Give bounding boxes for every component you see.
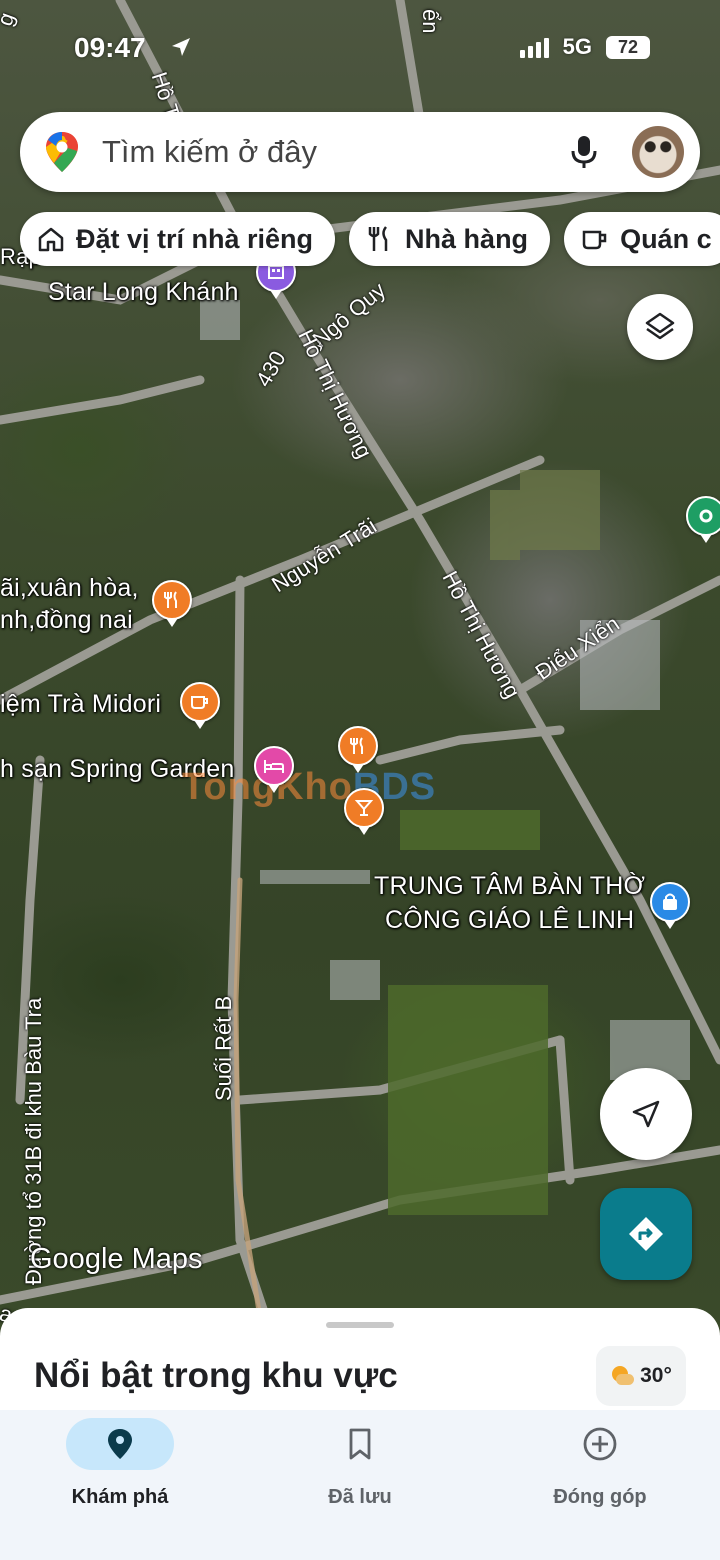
chip-label: Quán c [620, 223, 712, 254]
directions-button[interactable] [600, 1188, 692, 1280]
home-icon [38, 227, 64, 252]
status-time: 09:47 [74, 32, 146, 63]
add-circle-icon [583, 1427, 617, 1461]
chip-coffee[interactable]: Quán c [564, 212, 720, 266]
place-label-star-long-khanh[interactable]: Star Long Khánh [48, 278, 239, 307]
nav-label: Khám phá [71, 1486, 169, 1508]
signal-icon [519, 36, 549, 58]
search-placeholder[interactable]: Tìm kiếm ở đây [102, 134, 564, 170]
cafe-pin-icon[interactable] [180, 682, 220, 729]
chip-restaurants[interactable]: Nhà hàng [349, 212, 551, 266]
sheet-title: Nổi bật trong khu vực [34, 1356, 398, 1395]
street-label: Suối Rết B [211, 995, 236, 1101]
directions-icon [629, 1217, 663, 1251]
watermark-logo: TongKhoBDS [182, 766, 437, 808]
explore-sheet[interactable]: Nổi bật trong khu vực 30° [0, 1308, 720, 1410]
chip-label: Đặt vị trí nhà riêng [76, 223, 314, 254]
place-label-tiem-tra[interactable]: iệm Trà Midori [0, 690, 161, 719]
nav-icon-container [66, 1418, 174, 1470]
layers-button[interactable] [627, 294, 693, 360]
navigation-arrow-icon [632, 1100, 660, 1128]
sheet-drag-handle[interactable] [326, 1322, 394, 1328]
partly-sunny-icon [610, 1366, 635, 1386]
temperature: 30° [640, 1364, 672, 1387]
nav-icon-container [546, 1418, 654, 1470]
park-pin-icon[interactable] [686, 496, 720, 543]
google-maps-pin-icon [46, 132, 78, 172]
restaurant-pin-icon[interactable] [338, 726, 378, 773]
street-label: Đường tổ 31B đi khu Bàu Tra [21, 997, 46, 1285]
bottom-nav: Khám phá Đã lưu Đóng góp [0, 1410, 720, 1560]
weather-badge[interactable]: 30° [596, 1346, 686, 1406]
place-label-trung-tam[interactable]: TRUNG TÂM BÀN THỜ [374, 872, 645, 901]
nav-contribute[interactable]: Đóng góp [480, 1410, 720, 1560]
battery-icon: 72 [606, 35, 650, 59]
bookmark-icon [349, 1428, 371, 1460]
chip-label: Nhà hàng [405, 223, 529, 254]
place-label[interactable]: nh,đồng nai [0, 606, 133, 635]
shopping-pin-icon[interactable] [650, 882, 690, 929]
nav-label: Đã lưu [328, 1486, 392, 1508]
hotel-pin-icon[interactable] [254, 746, 294, 793]
bar-pin-icon[interactable] [344, 788, 384, 835]
nav-explore[interactable]: Khám phá [0, 1410, 240, 1560]
explore-pin-icon [108, 1429, 132, 1459]
location-arrow-icon [170, 36, 192, 64]
category-chips: Đặt vị trí nhà riêng Nhà hàng Quán c [20, 212, 720, 266]
restaurant-icon [368, 226, 388, 251]
chip-set-home[interactable]: Đặt vị trí nhà riêng [20, 212, 336, 266]
layers-icon [645, 312, 675, 340]
place-label[interactable]: ãi,xuân hòa, [0, 574, 139, 603]
search-bar[interactable]: Tìm kiếm ở đây [20, 112, 700, 192]
nav-icon-container [306, 1418, 414, 1470]
nav-saved[interactable]: Đã lưu [240, 1410, 480, 1560]
microphone-icon[interactable] [564, 132, 604, 172]
avatar[interactable] [632, 126, 684, 178]
status-indicators: 5G 72 [519, 34, 650, 60]
street-label: ển [418, 9, 443, 34]
place-label-trung-tam[interactable]: CÔNG GIÁO LÊ LINH [385, 906, 634, 935]
google-maps-attribution: Google Maps [30, 1243, 203, 1275]
restaurant-pin-icon[interactable] [152, 580, 192, 627]
my-location-button[interactable] [600, 1068, 692, 1160]
coffee-icon [582, 230, 607, 250]
network-type: 5G [562, 34, 592, 59]
nav-label: Đóng góp [553, 1486, 647, 1508]
